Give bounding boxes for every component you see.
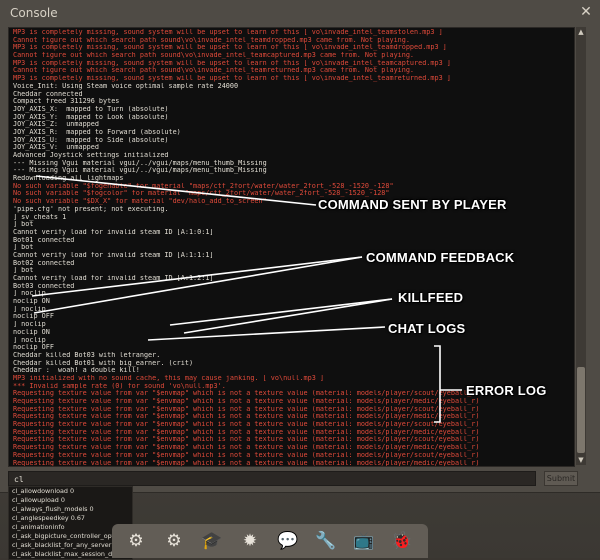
log-line-error: MP3 is completely missing, sound system … (13, 59, 451, 67)
submit-button[interactable]: Submit (544, 471, 578, 486)
log-line: ] sv_cheats 1 (13, 213, 67, 221)
log-line: --- Missing Vgui material vgui/../vgui/m… (13, 159, 267, 167)
scroll-down-arrow-icon[interactable]: ▼ (576, 455, 586, 465)
wrench-icon[interactable]: 🔧 (314, 530, 338, 552)
log-line: Advanced Joystick settings initialized (13, 152, 169, 159)
log-line: ] noclip (13, 290, 46, 298)
log-line-error: No such variable "$DX_X" for material "d… (13, 198, 267, 206)
tv-icon[interactable]: 📺 (352, 530, 376, 552)
log-line: JOY_AXIS_Y: mapped to Look (absolute) (13, 113, 169, 121)
log-lines: MP3 is completely missing, sound system … (13, 29, 568, 467)
log-line: JOY_AXIS_U: mapped to Side (absolute) (13, 136, 169, 144)
log-line: ] noclip (13, 321, 46, 329)
log-line-error: *** Invalid sample rate (0) for sound 'v… (13, 382, 226, 390)
achievement-burst-icon[interactable]: ✹ (238, 530, 262, 552)
log-line-error: Cannot figure out which search path soun… (13, 52, 415, 60)
scroll-up-arrow-icon[interactable]: ▲ (576, 27, 586, 37)
log-line-error: Requesting texture value from var "$envm… (13, 451, 480, 459)
log-line-error: Requesting texture value from var "$envm… (13, 428, 480, 436)
log-line: JOY_AXIS_Z: unmapped (13, 121, 99, 129)
bug-icon[interactable]: 🐞 (390, 530, 414, 552)
log-line: ] bot (13, 267, 34, 275)
log-line: noclip OFF (13, 313, 54, 321)
gear-icon[interactable]: ⚙ (124, 530, 148, 552)
console-output: MP3 is completely missing, sound system … (8, 27, 575, 467)
command-input[interactable]: cl (8, 471, 536, 486)
log-line: Bot02 connected (13, 259, 75, 267)
log-line-error: Requesting texture value from var "$envm… (13, 405, 480, 413)
log-line: Cheddar : woah! a double kill! (13, 367, 140, 375)
log-line: Cheddar killed Bot01 with big_earner. (c… (13, 359, 194, 367)
log-line-error: MP3 initialized with no sound cache, thi… (13, 374, 324, 382)
log-line: noclip ON (13, 298, 50, 306)
autocomplete-item[interactable]: cl_allowdownload 0 (9, 487, 132, 496)
log-line: Cannot verify load for invalid steam ID … (13, 275, 214, 282)
scroll-thumb[interactable] (577, 367, 585, 453)
log-line-error: Requesting texture value from var "$envm… (13, 459, 480, 467)
log-line: ] bot (13, 244, 34, 252)
log-line: 'pipe.cfg' not present; not executing. (13, 205, 169, 213)
log-line: Redownloading all lightmaps (13, 175, 124, 183)
scrollbar[interactable]: ▲ ▼ (576, 27, 586, 465)
log-line: noclip OFF (13, 344, 54, 352)
window-title: Console (10, 6, 58, 20)
log-line: Compact freed 311296 bytes (13, 98, 120, 106)
log-line-error: Cannot figure out which search path soun… (13, 67, 415, 75)
log-line: JOY_AXIS_X: mapped to Turn (absolute) (13, 105, 169, 113)
log-line-error: MP3 is completely missing, sound system … (13, 75, 451, 83)
close-icon[interactable]: ✕ (578, 4, 594, 20)
graduation-cap-icon[interactable]: 🎓 (200, 530, 224, 552)
chat-bubble-icon[interactable]: 💬 (276, 530, 300, 552)
console-titlebar[interactable]: Console ✕ (0, 0, 600, 26)
log-line: Cannot verify load for invalid steam ID … (13, 228, 214, 236)
log-line-error: Requesting texture value from var "$envm… (13, 436, 480, 444)
log-line: Bot01 connected (13, 236, 75, 244)
log-line-error: No such variable "$fogenable" for materi… (13, 182, 394, 190)
log-line: JOY_AXIS_V: unmapped (13, 144, 99, 152)
log-line: --- Missing Vgui material vgui/../vgui/m… (13, 167, 267, 175)
log-line-error: Requesting texture value from var "$envm… (13, 398, 480, 405)
autocomplete-item[interactable]: cl_anglespeedkey 0.67 (9, 514, 132, 523)
log-line-error: Requesting texture value from var "$envm… (13, 390, 480, 398)
console-window: Console ✕ MP3 is completely missing, sou… (0, 0, 600, 493)
log-line-error: No such variable "$fogcolor" for materia… (13, 190, 390, 198)
autocomplete-item[interactable]: cl_always_flush_models 0 (9, 505, 132, 514)
log-line: ] bot (13, 221, 34, 229)
autocomplete-item[interactable]: cl_allowupload 0 (9, 496, 132, 505)
log-line: Cheddar killed Bot03 with letranger. (13, 351, 161, 359)
main-menu-toolbar: ⚙ ⚙ 🎓 ✹ 💬 🔧 📺 🐞 (112, 524, 428, 558)
log-line: Cannot verify load for invalid steam ID … (13, 251, 214, 259)
log-line: noclip ON (13, 328, 50, 336)
log-line: Cheddar connected (13, 90, 83, 98)
log-line: Voice_Init: Using Steam voice optimal sa… (13, 82, 239, 90)
log-line-error: Cannot figure out which search path soun… (13, 36, 410, 44)
log-line: Bot03 connected (13, 282, 75, 290)
log-line-error: MP3 is completely missing, sound system … (13, 29, 443, 36)
log-line-error: MP3 is completely missing, sound system … (13, 44, 447, 52)
log-line: JOY_AXIS_R: mapped to Forward (absolute) (13, 128, 181, 136)
log-line-error: Requesting texture value from var "$envm… (13, 444, 480, 452)
log-line-error: Requesting texture value from var "$envm… (13, 413, 480, 421)
settings-plus-icon[interactable]: ⚙ (162, 530, 186, 552)
log-line: ] noclip (13, 336, 46, 344)
log-line-error: Requesting texture value from var "$envm… (13, 421, 480, 429)
log-line: ] noclip (13, 305, 46, 313)
